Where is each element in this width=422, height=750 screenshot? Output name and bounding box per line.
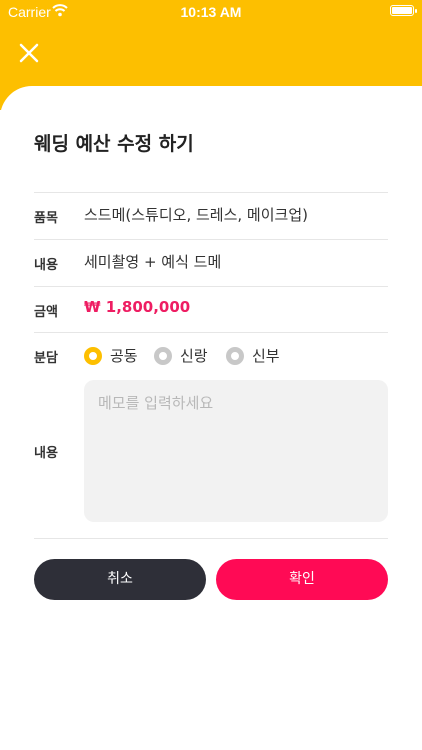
share-label: 분담 (34, 351, 58, 366)
amount-row: 금액 ₩ 1,800,000 (34, 286, 388, 333)
content-value: 세미촬영 + 예식 드메 (84, 253, 222, 271)
share-option-bride[interactable]: 신부 (226, 345, 280, 366)
share-row: 분담 공동 신랑 신부 (34, 332, 388, 379)
page-title: 웨딩 예산 수정 하기 (34, 133, 194, 155)
cancel-button[interactable]: 취소 (34, 559, 206, 600)
share-option-label: 신랑 (180, 347, 208, 365)
content-label: 내용 (34, 258, 58, 273)
content-row: 내용 세미촬영 + 예식 드메 (34, 239, 388, 286)
memo-input[interactable] (84, 380, 388, 522)
radio-selected-icon (84, 346, 102, 365)
divider (34, 538, 388, 539)
status-bar: Carrier 10:13 AM (0, 0, 422, 24)
share-option-groom[interactable]: 신랑 (154, 345, 208, 366)
share-option-label: 공동 (110, 347, 138, 365)
battery-icon (390, 5, 417, 16)
status-time: 10:13 AM (180, 4, 242, 20)
close-icon[interactable] (16, 40, 42, 66)
item-label: 품목 (34, 211, 58, 226)
radio-unselected-icon (226, 346, 244, 365)
amount-value: ₩ 1,800,000 (84, 298, 191, 316)
share-option-joint[interactable]: 공동 (84, 345, 138, 366)
item-value: 스드메(스튜디오, 드레스, 메이크업) (84, 206, 308, 224)
confirm-button[interactable]: 확인 (216, 559, 388, 600)
amount-label: 금액 (34, 305, 58, 320)
radio-unselected-icon (154, 346, 172, 365)
item-row: 품목 스드메(스튜디오, 드레스, 메이크업) (34, 192, 388, 239)
share-option-label: 신부 (252, 347, 280, 365)
memo-label: 내용 (34, 446, 58, 461)
